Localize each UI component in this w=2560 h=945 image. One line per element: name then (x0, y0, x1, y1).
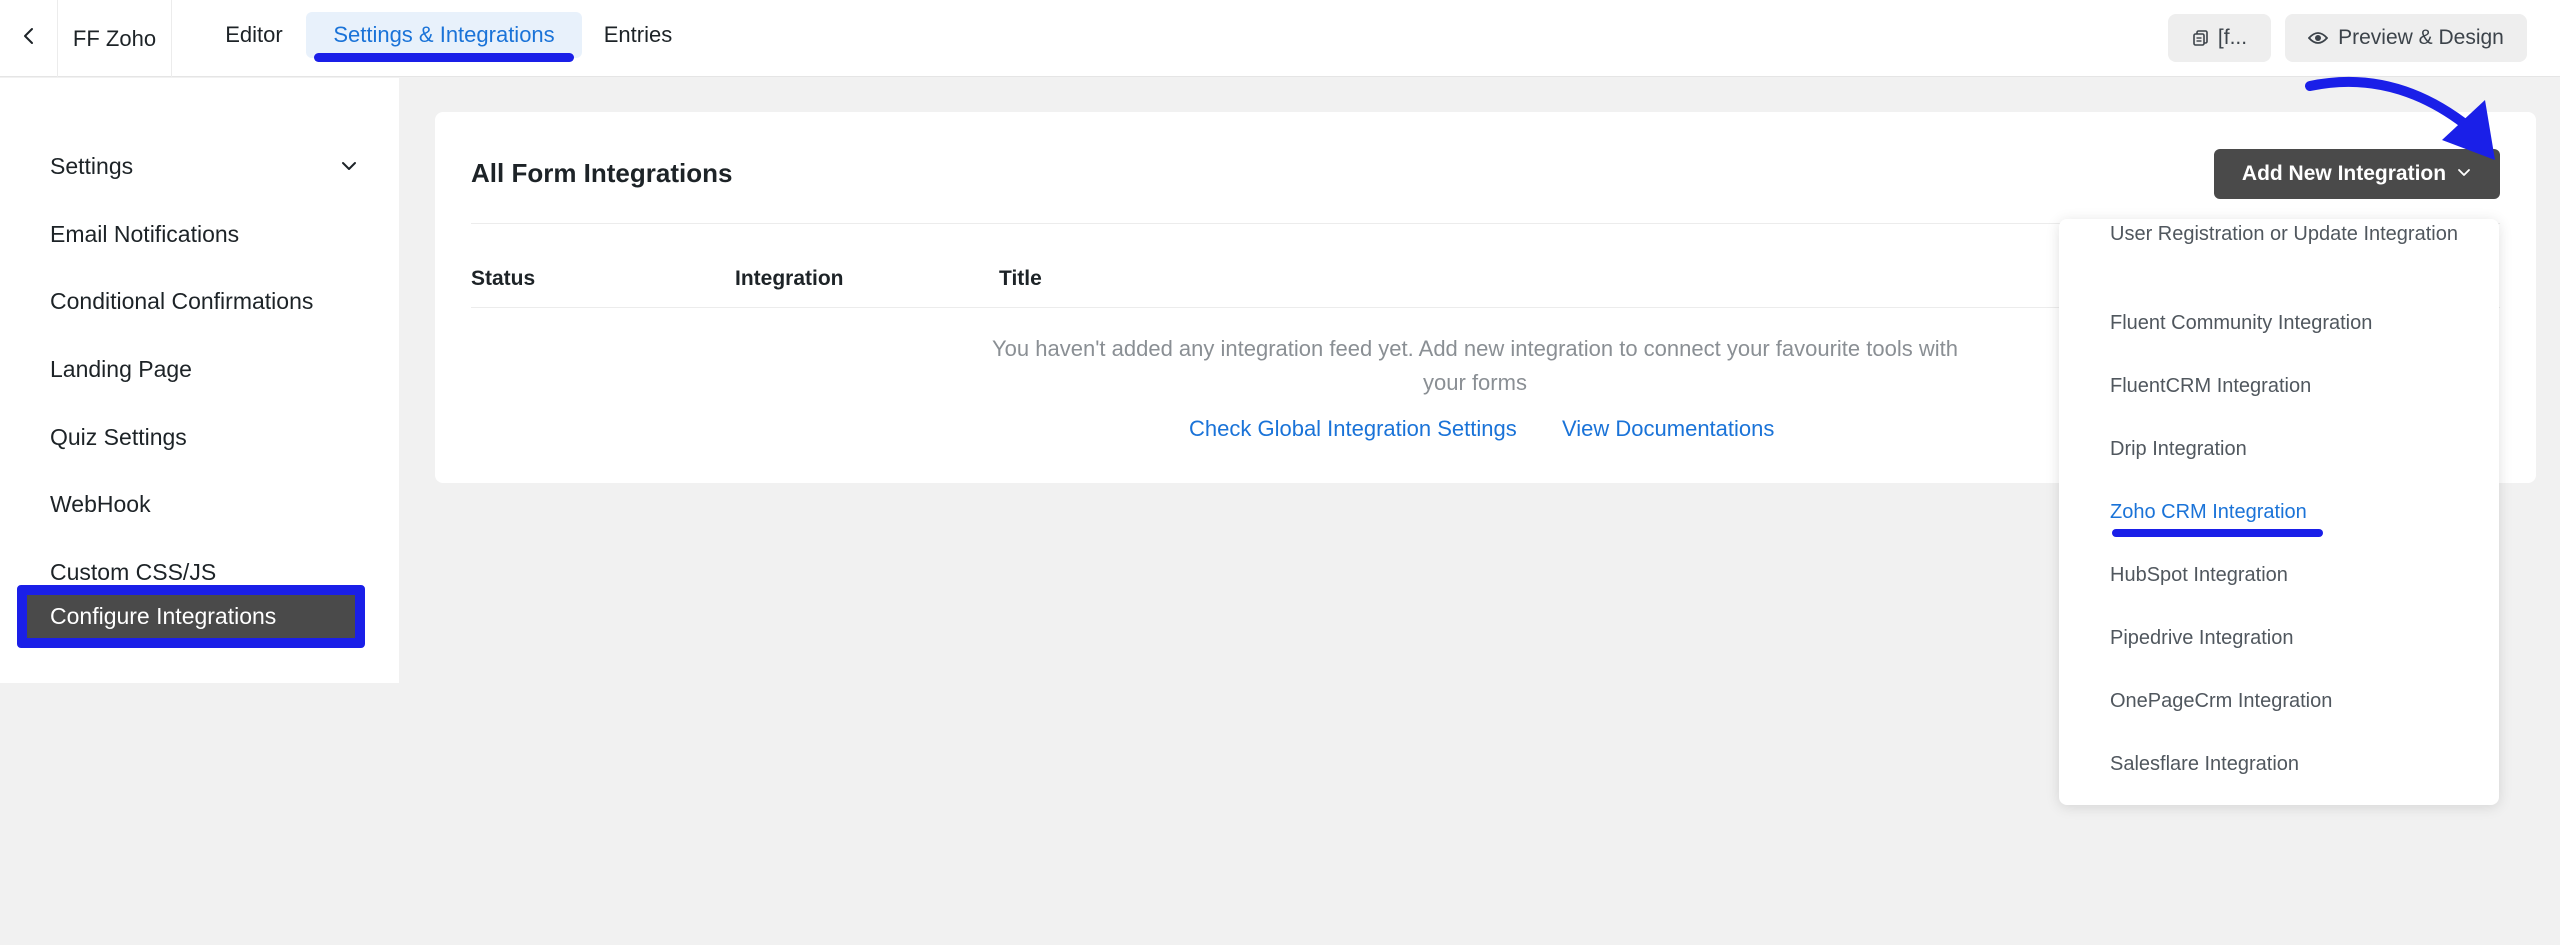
view-documentations-link[interactable]: View Documentations (1562, 416, 1774, 442)
sidebar-item-conditional-confirmations[interactable]: Conditional Confirmations (50, 278, 360, 324)
column-header-integration: Integration (735, 267, 844, 290)
page-title: All Form Integrations (471, 158, 733, 188)
copy-icon (2192, 29, 2210, 47)
top-bar: FF Zoho Editor Settings & Integrations E… (0, 0, 2560, 77)
menu-item-salesflare[interactable]: Salesflare Integration (2110, 749, 2470, 780)
annotation-underline (2112, 529, 2323, 537)
tab-editor[interactable]: Editor (210, 12, 298, 58)
preview-design-button[interactable]: Preview & Design (2285, 14, 2527, 62)
sidebar-item-label: Settings (50, 152, 134, 179)
chevron-down-icon (338, 155, 360, 183)
sidebar-item-landing-page[interactable]: Landing Page (50, 346, 360, 392)
column-header-status: Status (471, 267, 536, 290)
tab-settings-integrations[interactable]: Settings & Integrations (306, 12, 582, 58)
back-button[interactable] (0, 0, 58, 77)
global-integration-settings-link[interactable]: Check Global Integration Settings (1189, 416, 1517, 442)
preview-label: Preview & Design (2338, 26, 2504, 49)
menu-item-pipedrive[interactable]: Pipedrive Integration (2110, 623, 2470, 654)
empty-state-message: You haven't added any integration feed y… (992, 336, 1958, 395)
sidebar-item-configure-integrations[interactable]: Configure Integrations (27, 595, 355, 638)
sidebar-item-settings[interactable]: Settings (50, 143, 360, 189)
menu-item-drip[interactable]: Drip Integration (2110, 434, 2470, 465)
settings-sidebar: Settings Email Notifications Conditional… (0, 78, 399, 683)
menu-item-zoho-crm[interactable]: Zoho CRM Integration (2110, 497, 2470, 528)
sidebar-item-quiz-settings[interactable]: Quiz Settings (50, 414, 360, 460)
menu-item-hubspot[interactable]: HubSpot Integration (2110, 560, 2470, 591)
eye-icon (2308, 31, 2329, 45)
annotation-highlight-box: Configure Integrations (17, 585, 365, 648)
chevron-down-icon (2456, 162, 2472, 186)
form-title: FF Zoho (58, 0, 172, 77)
annotation-arrow-icon (2305, 76, 2495, 160)
tab-entries[interactable]: Entries (590, 12, 686, 58)
shortcode-button[interactable]: [f... (2168, 14, 2271, 62)
menu-item-fluent-community[interactable]: Fluent Community Integration (2110, 308, 2470, 339)
menu-item-user-registration[interactable]: User Registration or Update Integration (2110, 219, 2470, 250)
sidebar-item-webhook[interactable]: WebHook (50, 481, 360, 527)
sidebar-item-email-notifications[interactable]: Email Notifications (50, 211, 360, 257)
shortcode-label: [f... (2217, 26, 2248, 49)
integration-dropdown-menu: User Registration or Update Integration … (2059, 219, 2499, 805)
column-header-title: Title (999, 267, 1042, 290)
chevron-left-icon (18, 25, 40, 52)
menu-item-onepagecrm[interactable]: OnePageCrm Integration (2110, 686, 2470, 717)
menu-item-fluentcrm[interactable]: FluentCRM Integration (2110, 371, 2470, 402)
annotation-underline (314, 53, 574, 62)
add-button-label: Add New Integration (2241, 162, 2447, 185)
